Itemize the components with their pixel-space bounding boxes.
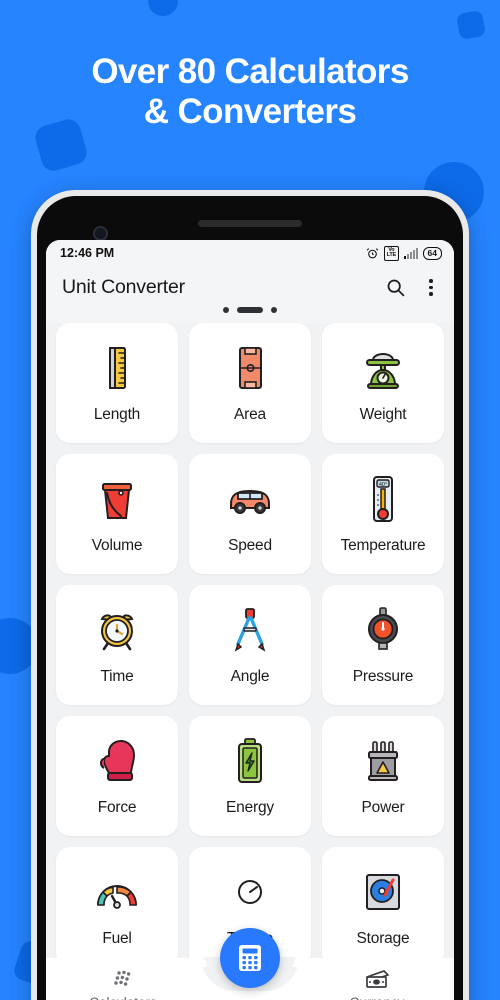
hard-disk-icon <box>362 866 404 918</box>
front-camera-icon <box>93 226 108 241</box>
category-grid: Length Area Weight Volume Speed 40° Temp… <box>46 323 454 967</box>
page-dot[interactable] <box>223 307 229 313</box>
page-title: Unit Converter <box>62 276 185 298</box>
calculator-fab-button[interactable] <box>220 928 280 988</box>
category-card-storage[interactable]: Storage <box>322 847 444 967</box>
dots-grid-icon <box>114 970 131 986</box>
field-icon <box>230 342 270 394</box>
headline-line-2: & Converters <box>143 92 357 132</box>
category-card-fuel[interactable]: Fuel <box>56 847 178 967</box>
boxing-glove-icon <box>96 735 138 787</box>
phone-screen: 12:46 PM Vo LTE 64 Unit Converter Length… <box>46 240 454 1000</box>
category-card-pressure[interactable]: Pressure <box>322 585 444 705</box>
volte-badge: Vo LTE <box>384 245 399 261</box>
kitchen-scale-icon <box>360 342 406 394</box>
ruler-icon <box>97 342 137 394</box>
category-card-power[interactable]: Power <box>322 716 444 836</box>
more-vertical-icon[interactable] <box>424 277 438 298</box>
nav-label: Calculators <box>89 995 157 1000</box>
phone-mockup: 12:46 PM Vo LTE 64 Unit Converter Length… <box>31 190 469 1000</box>
compass-divider-icon <box>228 604 272 656</box>
decor-circle-top <box>148 0 178 16</box>
car-icon <box>225 473 275 525</box>
category-label: Energy <box>226 799 274 816</box>
app-bar-actions <box>385 277 438 298</box>
category-card-speed[interactable]: Speed <box>189 454 311 574</box>
category-label: Angle <box>230 668 270 685</box>
pressure-gauge-icon <box>362 604 404 656</box>
app-bar: Unit Converter <box>46 266 454 301</box>
category-label: Volume <box>91 537 143 554</box>
category-label: Speed <box>228 537 272 554</box>
thermometer-reading: 40° <box>379 482 387 488</box>
category-label: Length <box>93 406 141 423</box>
alarm-clock-icon <box>94 604 140 656</box>
page-dot-active[interactable] <box>237 307 263 313</box>
category-card-volume[interactable]: Volume <box>56 454 178 574</box>
nav-label: Currency <box>350 995 405 1000</box>
category-label: Temperature <box>340 537 426 554</box>
headline-line-1: Over 80 Calculators <box>91 52 409 91</box>
category-card-energy[interactable]: Energy <box>189 716 311 836</box>
bucket-icon <box>95 473 139 525</box>
status-bar: 12:46 PM Vo LTE 64 <box>46 240 454 266</box>
page-dot[interactable] <box>271 307 277 313</box>
thermometer-icon: 40° <box>366 473 400 525</box>
category-card-length[interactable]: Length <box>56 323 178 443</box>
transformer-icon <box>361 735 405 787</box>
category-card-force[interactable]: Force <box>56 716 178 836</box>
category-label: Time <box>100 668 134 685</box>
phone-bezel: 12:46 PM Vo LTE 64 Unit Converter Length… <box>37 196 463 1000</box>
category-card-weight[interactable]: Weight <box>322 323 444 443</box>
torque-icon <box>228 866 272 918</box>
page-indicator[interactable] <box>46 301 454 323</box>
promo-headline: Over 80 Calculators & Converters <box>0 52 500 133</box>
category-label: Area <box>234 406 266 423</box>
calculator-icon <box>239 945 261 971</box>
category-label: Weight <box>359 406 407 423</box>
status-time: 12:46 PM <box>60 246 115 260</box>
battery-bolt-icon <box>233 735 267 787</box>
alarm-clock-icon <box>366 247 379 258</box>
category-label: Fuel <box>102 930 132 947</box>
category-card-angle[interactable]: Angle <box>189 585 311 705</box>
decor-square-top-right <box>455 9 487 41</box>
speedometer-icon <box>93 866 141 918</box>
category-label: Pressure <box>352 668 414 685</box>
category-card-temperature[interactable]: 40° Temperature <box>322 454 444 574</box>
category-label: Storage <box>356 930 410 947</box>
nav-item-calculators[interactable]: Calculators <box>46 969 200 1000</box>
status-icons: Vo LTE 64 <box>366 245 442 261</box>
earpiece-speaker <box>198 220 302 227</box>
battery-indicator: 64 <box>422 246 442 260</box>
category-label: Force <box>97 799 137 816</box>
promo-screenshot: Over 80 Calculators & Converters 12:46 P… <box>0 0 500 1000</box>
signal-bars-icon <box>403 247 418 259</box>
money-bills-icon <box>366 969 389 988</box>
category-card-area[interactable]: Area <box>189 323 311 443</box>
search-icon[interactable] <box>385 277 406 298</box>
category-label: Power <box>361 799 405 816</box>
category-card-time[interactable]: Time <box>56 585 178 705</box>
nav-item-currency[interactable]: Currency <box>300 969 454 1000</box>
